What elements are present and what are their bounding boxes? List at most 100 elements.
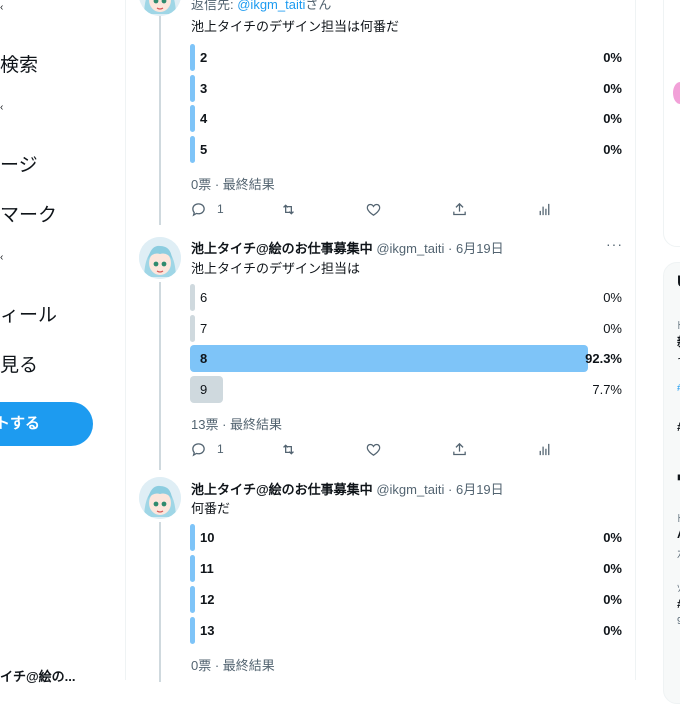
author-handle-date[interactable]: @ikgm_taiti · 6月19日 [376,241,503,256]
poll-option-label: 4 [200,111,208,126]
analytics-icon [539,443,550,455]
share-button[interactable] [451,439,468,459]
poll-bar [190,75,195,102]
retweet-button[interactable] [280,199,297,219]
analytics-icon [539,203,550,215]
like-button[interactable] [365,439,382,459]
poll-option-percent: 0% [603,50,622,65]
poll-option-label: 8 [200,351,208,366]
poll-option-percent: 0% [603,142,622,157]
retweet-icon [283,443,294,455]
thread-connector [159,522,161,682]
poll-option-label: 7 [200,321,208,336]
tweet-actions: 1 [190,439,570,459]
poll-option: 13 0% [190,617,622,644]
avatar[interactable] [673,82,680,104]
poll-option: 3 0% [190,75,622,102]
poll-option-label: 6 [200,290,208,305]
tweet-header: 池上タイチ@絵のお仕事募集中 @ikgm_taiti · 6月19日 [191,479,504,498]
poll-option-percent: 0% [603,561,622,576]
poll-meta: 0票 · 最終結果 [191,658,275,673]
avatar-image [139,0,181,16]
poll-bar [190,284,195,311]
avatar[interactable] [139,237,181,279]
thread-connector [159,282,161,470]
poll-bar [190,617,195,644]
heart-icon [366,443,381,456]
reply-icon [192,202,205,217]
left-navigation: ‹ 検索 ‹ ージ マーク ‹ ィール 見る トする イチ@絵の... [0,0,125,684]
poll-option-percent: 0% [603,592,622,607]
poll-option: 4 0% [190,105,622,132]
share-icon [453,442,466,455]
reply-icon [192,442,205,457]
avatar[interactable] [139,477,181,519]
nav-item-page[interactable]: ージ [0,150,38,177]
nav-fragment: ‹ [0,102,4,113]
poll-bar [190,44,195,71]
thread-connector [159,0,161,225]
poll-option-label: 12 [200,592,215,607]
poll-bar [190,345,588,372]
avatar-image [139,237,181,279]
poll-option-percent: 0% [603,290,622,305]
share-button[interactable] [451,199,468,219]
share-icon [453,202,466,215]
more-options-button[interactable]: ··· [606,236,623,252]
poll-option-label: 2 [200,50,208,65]
reply-button[interactable]: 1 [190,439,224,459]
poll-option-percent: 0% [603,81,622,96]
avatar[interactable] [139,0,181,16]
author-handle-date[interactable]: @ikgm_taiti · 6月19日 [376,482,503,497]
poll-option-percent: 0% [603,623,622,638]
like-button[interactable] [365,199,382,219]
nav-item-more[interactable]: 見る [0,350,38,377]
retweet-button[interactable] [280,439,297,459]
poll-option: 2 0% [190,44,622,71]
poll-bar [190,315,195,342]
poll-option: 7 0% [190,315,622,342]
poll-option: 12 0% [190,586,622,613]
poll-option: 9 7.7% [190,376,622,403]
account-switcher-name[interactable]: イチ@絵の... [0,666,76,685]
nav-fragment: ‹ [0,252,4,263]
reply-button[interactable]: 1 [190,199,224,219]
column-divider [125,0,126,680]
poll-meta: 0票 · 最終結果 [191,177,275,192]
analytics-button[interactable] [536,439,553,459]
tweet-button[interactable]: トする [0,402,93,446]
tweet-text: 池上タイチのデザイン担当は何番だ [191,19,400,34]
nav-item-profile[interactable]: ィール [0,300,57,327]
poll-option: 5 0% [190,136,622,163]
column-divider [635,0,636,680]
author-name[interactable]: 池上タイチ@絵のお仕事募集中 [191,241,373,256]
reply-to-handle-link[interactable]: @ikgm_taiti [237,0,305,12]
poll-meta: 13票 · 最終結果 [191,417,283,432]
poll-option-percent: 0% [603,321,622,336]
author-name[interactable]: 池上タイチ@絵のお仕事募集中 [191,482,373,497]
poll-option: 6 0% [190,284,622,311]
reply-to: 返信先: @ikgm_taitiさん [191,0,331,13]
poll-option: 11 0% [190,555,622,582]
tweet-text: 池上タイチのデザイン担当は [191,261,361,276]
poll-option-percent: 0% [603,530,622,545]
poll-option-label: 13 [200,623,215,638]
poll-bar [190,105,195,132]
poll-bar [190,555,195,582]
poll-option-percent: 7.7% [592,382,622,397]
poll-option-percent: 0% [603,111,622,126]
poll-option-label: 5 [200,142,208,157]
poll-option-label: 3 [200,81,208,96]
poll-option: 8 92.3% [190,345,622,372]
nav-item-bookmark[interactable]: マーク [0,200,57,227]
nav-item-search[interactable]: 検索 [0,50,38,77]
heart-icon [366,203,381,216]
poll-option-percent: 92.3% [585,351,622,366]
analytics-button[interactable] [536,199,553,219]
poll-option-label: 11 [200,561,214,576]
reply-count: 1 [217,202,224,216]
poll-option: 10 0% [190,524,622,551]
tweet-text: 何番だ [191,501,231,516]
reply-to-suffix: さん [305,0,332,12]
avatar-image [139,477,181,519]
